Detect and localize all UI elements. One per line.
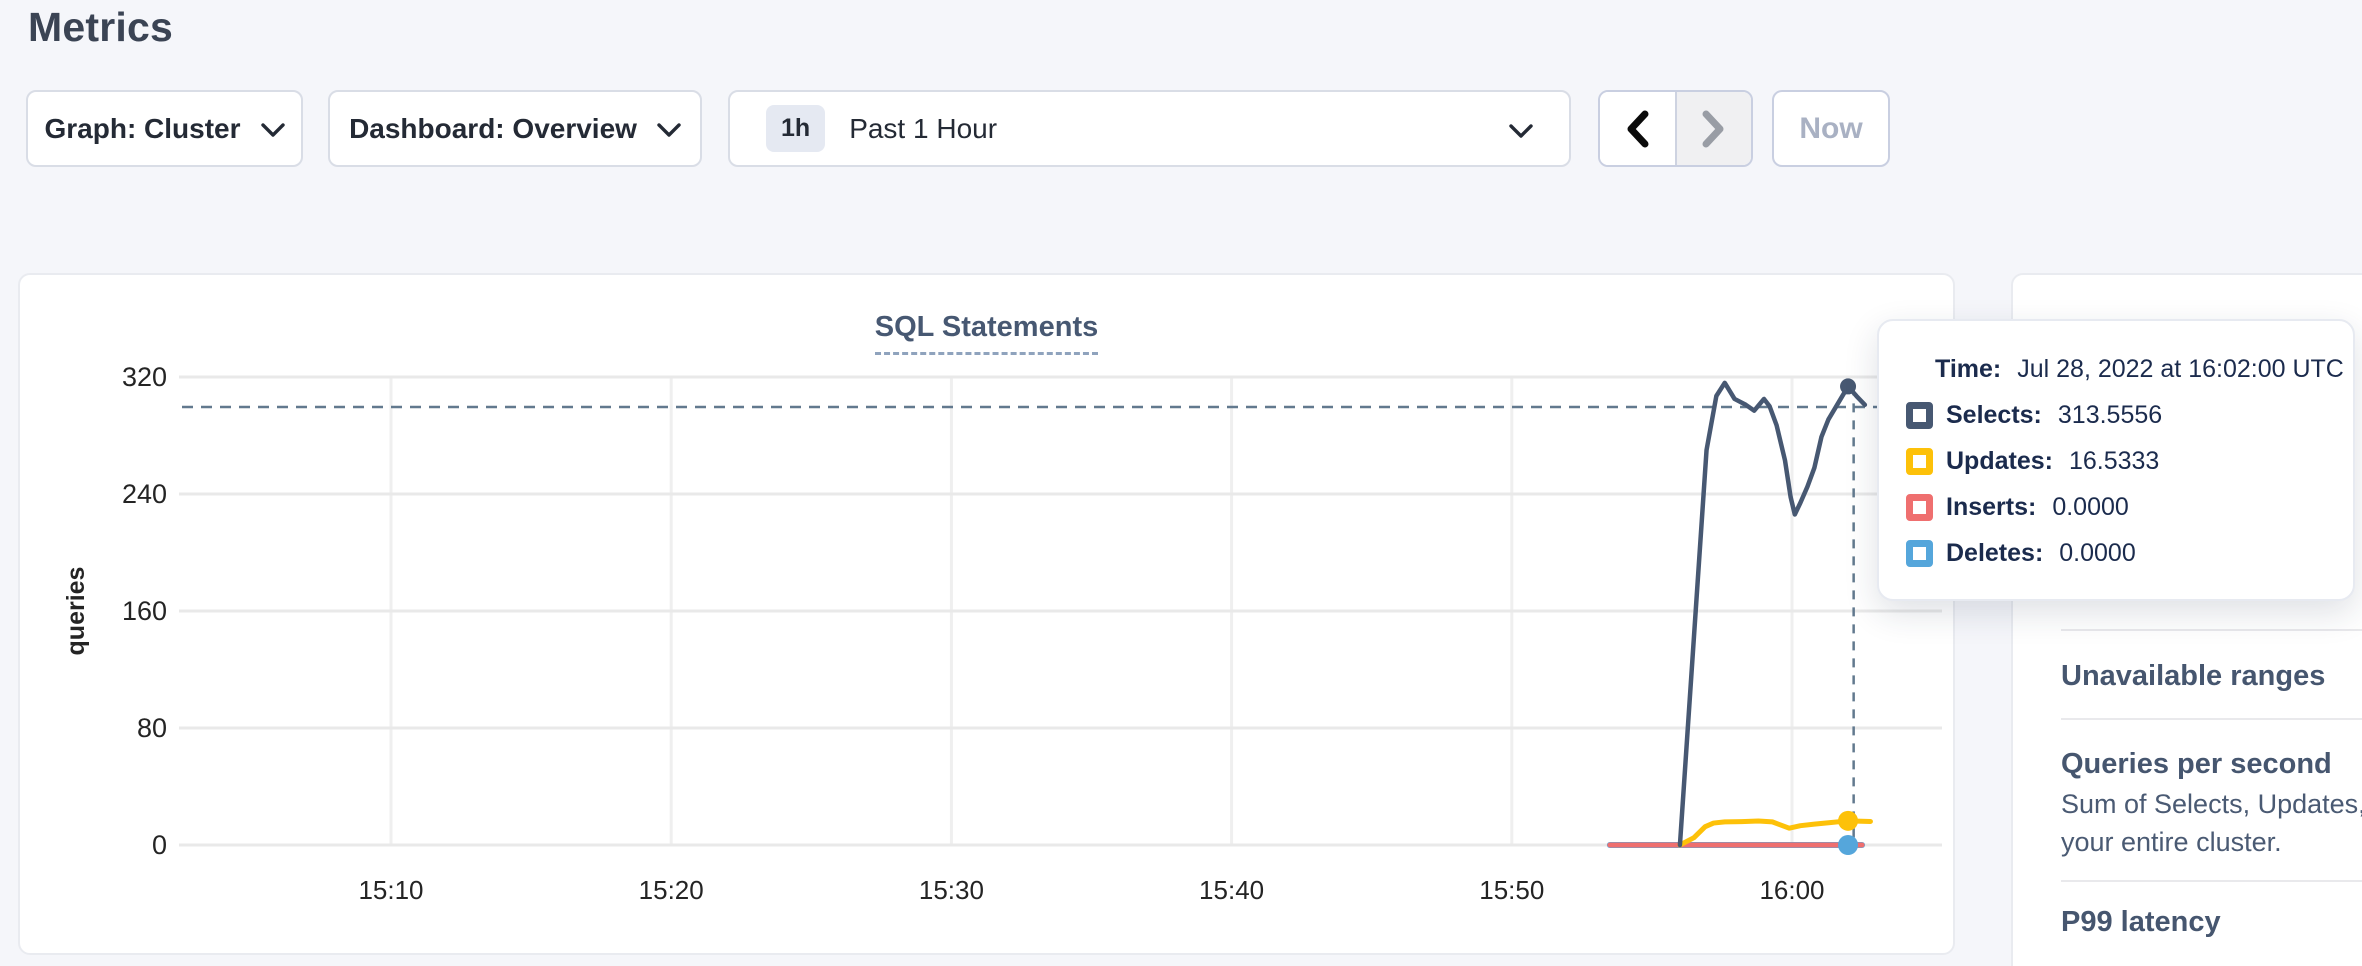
svg-text:80: 80: [137, 713, 167, 743]
tooltip-series-value: 0.0000: [2059, 539, 2135, 568]
dashboard-label: Dashboard: Overview: [349, 113, 637, 145]
tooltip-series-value: 0.0000: [2052, 493, 2128, 522]
tooltip-updates-row: Updates: 16.5333: [1906, 438, 2353, 484]
svg-text:15:30: 15:30: [919, 875, 984, 905]
sql-statements-plot[interactable]: 15:10 15:20 15:30 15:40 15:50 16:00 0 80 160 240 3…: [20, 275, 1953, 953]
divider: [2061, 880, 2362, 882]
tooltip-series-label: Selects:: [1946, 401, 2042, 430]
time-window-badge: 1h: [766, 105, 825, 152]
divider: [2061, 629, 2362, 631]
deletes-series-swatch-icon: [1906, 540, 1933, 567]
dashboard-dropdown[interactable]: Dashboard: Overview: [328, 90, 702, 167]
tooltip-time-row: Time: Jul 28, 2022 at 16:02:00 UTC: [1935, 346, 2353, 392]
next-time-button[interactable]: [1675, 92, 1752, 165]
sql-statements-chart-card: 15:10 15:20 15:30 15:40 15:50 16:00 0 80 160 240 3…: [18, 273, 1955, 955]
page-title: Metrics: [28, 4, 173, 51]
tooltip-time-label: Time:: [1935, 355, 2001, 384]
updates-series-swatch-icon: [1906, 448, 1933, 475]
previous-time-button[interactable]: [1600, 92, 1675, 165]
selects-series-swatch-icon: [1906, 402, 1933, 429]
chevron-down-icon: [261, 123, 285, 138]
tooltip-series-label: Updates:: [1946, 447, 2053, 476]
tooltip-series-value: 313.5556: [2058, 401, 2162, 430]
svg-text:0: 0: [152, 830, 167, 860]
summary-qps-description-line-2: your entire cluster.: [2061, 827, 2282, 858]
time-window-label: Past 1 Hour: [849, 113, 997, 145]
tooltip-time-value: Jul 28, 2022 at 16:02:00 UTC: [2017, 355, 2344, 384]
tooltip-series-label: Deletes:: [1946, 539, 2043, 568]
chevron-left-icon: [1624, 110, 1651, 148]
graph-scope-dropdown[interactable]: Graph: Cluster: [26, 90, 303, 167]
chevron-down-icon: [1509, 124, 1533, 139]
tooltip-inserts-row: Inserts: 0.0000: [1906, 484, 2353, 530]
time-range-dropdown[interactable]: 1h Past 1 Hour: [728, 90, 1571, 167]
chevron-right-icon: [1700, 110, 1727, 148]
graph-scope-label: Graph: Cluster: [44, 113, 240, 145]
metrics-page: Metrics Graph: Cluster Dashboard: Overvi…: [0, 0, 2362, 966]
summary-qps-description-line-1: Sum of Selects, Updates, Inser: [2061, 789, 2362, 820]
summary-p99-latency-heading: P99 latency: [2061, 906, 2221, 939]
svg-text:queries: queries: [62, 567, 90, 656]
tooltip-series-value: 16.5333: [2069, 447, 2159, 476]
svg-text:16:00: 16:00: [1759, 875, 1824, 905]
svg-text:240: 240: [122, 479, 167, 509]
tooltip-selects-row: Selects: 313.5556: [1906, 392, 2353, 438]
now-button[interactable]: Now: [1772, 90, 1890, 167]
svg-text:160: 160: [122, 596, 167, 626]
summary-qps-heading: Queries per second: [2061, 748, 2332, 781]
summary-unavailable-ranges-heading: Unavailable ranges: [2061, 660, 2325, 693]
svg-text:15:50: 15:50: [1479, 875, 1544, 905]
chevron-down-icon: [657, 123, 681, 138]
divider: [2061, 718, 2362, 720]
inserts-series-swatch-icon: [1906, 494, 1933, 521]
svg-text:320: 320: [122, 362, 167, 392]
svg-text:15:10: 15:10: [358, 875, 423, 905]
tooltip-deletes-row: Deletes: 0.0000: [1906, 530, 2353, 576]
svg-text:15:40: 15:40: [1199, 875, 1264, 905]
time-step-button-group: [1598, 90, 1753, 167]
svg-text:15:20: 15:20: [639, 875, 704, 905]
tooltip-series-label: Inserts:: [1946, 493, 2036, 522]
chart-hover-tooltip: Time: Jul 28, 2022 at 16:02:00 UTC Selec…: [1877, 319, 2355, 601]
now-button-label: Now: [1799, 112, 1862, 146]
